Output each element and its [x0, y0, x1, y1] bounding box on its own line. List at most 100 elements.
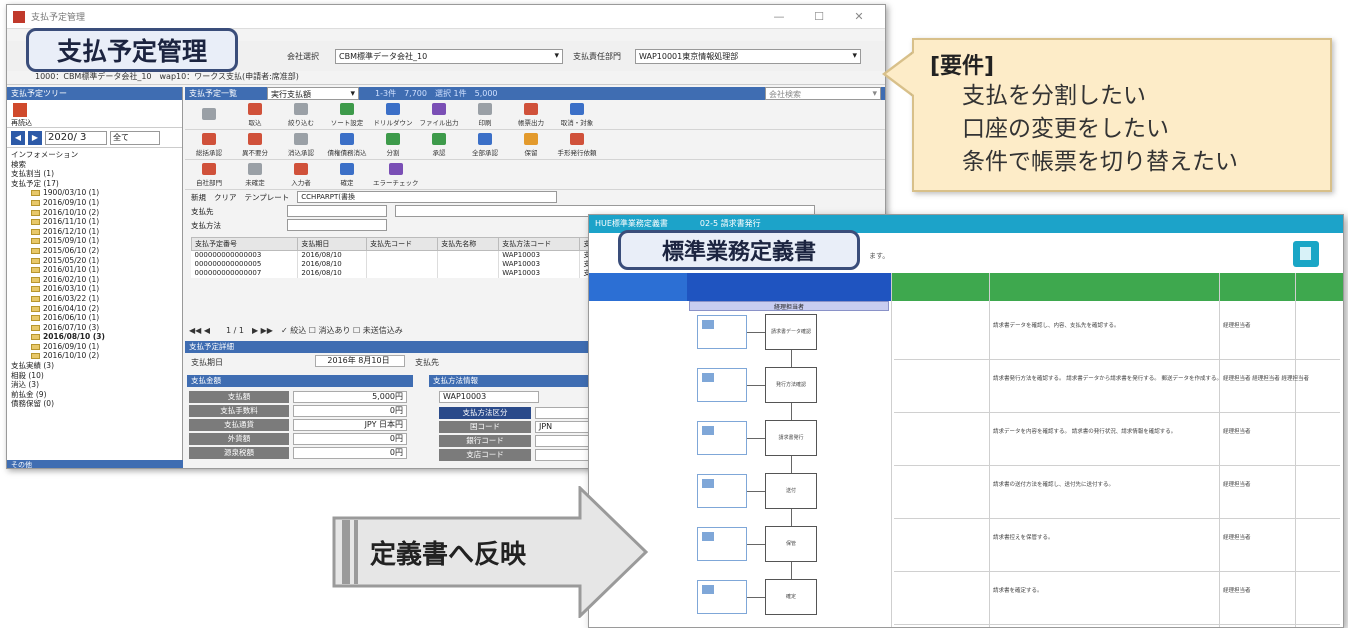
folder-icon — [31, 305, 40, 312]
tree-item[interactable]: 2016/08/10 (3) — [11, 332, 182, 342]
tree-item[interactable]: 2016/09/10 (1) — [11, 342, 182, 352]
toolbar-button[interactable]: 消込承認 — [281, 132, 321, 157]
tree-item[interactable]: 支払実績 (3) — [11, 361, 182, 371]
toolbar-button[interactable]: 取消・対象 — [557, 102, 597, 127]
tree-item[interactable]: 2016/04/10 (2) — [11, 304, 182, 314]
amount-value[interactable]: 5,000円 — [293, 391, 407, 403]
toolbar-button[interactable]: 取込 — [235, 102, 275, 127]
table-row[interactable]: 0000000000000052016/08/10WAP10003支払 — [191, 260, 611, 269]
table-cell — [437, 250, 500, 260]
column-header[interactable]: 支払先名称 — [437, 237, 500, 251]
tree-item[interactable]: 前払金 (9) — [11, 390, 182, 400]
toolbar-button[interactable]: 自社部門 — [189, 162, 229, 187]
toolbar-button[interactable]: 承認 — [419, 132, 459, 157]
tree-item[interactable]: 2015/05/20 (1) — [11, 256, 182, 266]
tree-item[interactable]: 2016/10/10 (2) — [11, 208, 182, 218]
tree-item[interactable]: インフォメーション — [11, 150, 182, 160]
tree-item[interactable]: 1900/03/10 (1) — [11, 188, 182, 198]
folder-icon — [31, 324, 40, 331]
toolbar-button[interactable]: 確定 — [327, 162, 367, 187]
tree-item[interactable]: 2016/12/10 (1) — [11, 227, 182, 237]
tree-item[interactable]: 2015/06/10 (2) — [11, 246, 182, 256]
tree-item[interactable]: 2015/09/10 (1) — [11, 236, 182, 246]
template-button[interactable]: テンプレート — [245, 192, 290, 203]
amount-value[interactable]: 0円 — [293, 405, 407, 417]
toolbar-button[interactable]: 入力者 — [281, 162, 321, 187]
flow-connector — [747, 597, 765, 598]
detail-payee-label: 支払先 — [415, 358, 439, 367]
due-date-field[interactable]: 2016年 8月10日 — [315, 355, 405, 367]
tree-item[interactable]: 2016/11/10 (1) — [11, 217, 182, 227]
tool-icon — [570, 102, 584, 115]
tree-item[interactable]: 2016/01/10 (1) — [11, 265, 182, 275]
toolbar-button[interactable]: 手形発行依頼 — [557, 132, 597, 157]
toolbar-button[interactable]: 債権債務消込 — [327, 132, 367, 157]
table-row[interactable]: 0000000000000072016/08/10WAP10003支払 — [191, 269, 611, 278]
next-month-button[interactable]: ▶ — [28, 130, 42, 145]
search-input[interactable]: 会社検索 — [765, 87, 881, 100]
tree-item[interactable]: 2016/02/10 (1) — [11, 275, 182, 285]
toolbar-button[interactable]: 未確定 — [235, 162, 275, 187]
tree-item[interactable]: 2016/03/22 (1) — [11, 294, 182, 304]
tree-item[interactable]: 相殺 (10) — [11, 371, 182, 381]
amount-value[interactable]: JPY 日本円 — [293, 419, 407, 431]
maximize-button[interactable]: ☐ — [799, 10, 839, 23]
column-header[interactable]: 支払期日 — [297, 237, 368, 251]
doc-note: ます。 — [869, 252, 890, 260]
prev-month-button[interactable]: ◀ — [11, 130, 25, 145]
amount-value[interactable]: 0円 — [293, 447, 407, 459]
tree-item[interactable]: 2016/06/10 (1) — [11, 313, 182, 323]
step-description: 請求書データを確認し、内容、支払先を確認する。 — [993, 323, 1120, 329]
method-field[interactable] — [287, 219, 387, 231]
payee-field[interactable] — [287, 205, 387, 217]
toolbar-button[interactable]: 保留 — [511, 132, 551, 157]
column-header[interactable]: 支払方法コード — [498, 237, 581, 251]
tree-item[interactable]: 検索 — [11, 160, 182, 170]
tree-item-label: 2015/09/10 (1) — [43, 236, 100, 246]
method-label: 支店コード — [439, 449, 531, 461]
tree-item[interactable]: 支払予定 (17) — [11, 179, 182, 189]
tree-item[interactable]: 支払割当 (1) — [11, 169, 182, 179]
minimize-button[interactable]: — — [759, 10, 799, 23]
template-field[interactable]: CCHPARPT(書換 — [297, 191, 558, 203]
toolbar-button[interactable]: 帳票出力 — [511, 102, 551, 127]
tree-item[interactable]: 消込 (3) — [11, 380, 182, 390]
toolbar-button[interactable]: 分割 — [373, 132, 413, 157]
flow-connector — [791, 456, 792, 473]
detail-method-field[interactable]: WAP10003 — [439, 391, 539, 403]
tree-item[interactable]: 2016/09/10 (1) — [11, 198, 182, 208]
toolbar-button[interactable]: ドリルダウン — [373, 102, 413, 127]
column-header[interactable]: 支払先コード — [366, 237, 439, 251]
toolbar-button[interactable]: 総括承認 — [189, 132, 229, 157]
toolbar-button-label: 債権債務消込 — [327, 148, 367, 157]
toolbar-button[interactable]: ソート設定 — [327, 102, 367, 127]
reload-icon[interactable] — [13, 103, 27, 117]
clear-button[interactable]: クリア — [214, 192, 237, 203]
tree-item[interactable]: 2016/03/10 (1) — [11, 284, 182, 294]
tree-item[interactable]: 債務保留 (0) — [11, 399, 182, 409]
toolbar-button[interactable]: ファイル出力 — [419, 102, 459, 127]
requirement-item: 支払を分割したい — [962, 83, 1146, 109]
toolbar-button[interactable]: 全部承認 — [465, 132, 505, 157]
toolbar-button[interactable] — [189, 107, 229, 122]
toolbar-button[interactable]: 異不要分 — [235, 132, 275, 157]
filter-select[interactable]: 全て — [110, 130, 160, 145]
column-header[interactable]: 支払予定番号 — [190, 237, 299, 251]
company-select[interactable]: CBM標準データ会社_10 — [335, 49, 563, 64]
list-mode-select[interactable]: 実行支払額 — [267, 87, 359, 100]
folder-icon — [31, 209, 40, 216]
toolbar-button[interactable]: 印刷 — [465, 102, 505, 127]
pager[interactable]: ◀◀ ◀ 1 / 1 ▶ ▶▶ ✓ 絞込 ☐ 消込あり ☐ 未送信込み — [189, 325, 403, 336]
step-description: 請求書の送付方法を確認し、送付先に送付する。 — [993, 482, 1115, 488]
tree-item[interactable]: 2016/10/10 (2) — [11, 351, 182, 361]
dept-select[interactable]: WAP10001東京情報処理部 — [635, 49, 861, 64]
toolbar-button-label: 確定 — [340, 178, 354, 187]
table-row[interactable]: 0000000000000032016/08/10WAP10003支払 — [191, 250, 611, 260]
toolbar-button[interactable]: 絞り込む — [281, 102, 321, 127]
toolbar-button[interactable]: エラーチェック — [373, 162, 419, 187]
year-month-field[interactable]: 2020/ 3 — [45, 130, 107, 145]
close-button[interactable]: ✕ — [839, 10, 879, 23]
amount-value[interactable]: 0円 — [293, 433, 407, 445]
new-button[interactable]: 新規 — [191, 192, 206, 203]
tree-item[interactable]: 2016/07/10 (3) — [11, 323, 182, 333]
